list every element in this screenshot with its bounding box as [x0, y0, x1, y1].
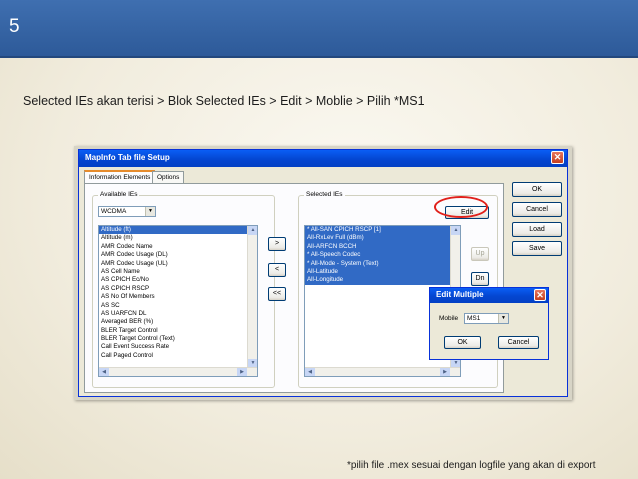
dialog-close-icon[interactable]: ✕	[551, 151, 564, 164]
technology-value: WCDMA	[101, 208, 127, 215]
list-item[interactable]: Altitude (ft)	[99, 226, 257, 235]
slide-instruction: Selected IEs akan terisi > Blok Selected…	[23, 94, 425, 108]
list-item[interactable]: AS CPICH RSCP	[99, 285, 257, 293]
add-ie-button[interactable]: >	[268, 237, 286, 251]
available-ies-label: Available IEs	[98, 191, 140, 198]
save-button[interactable]: Save	[512, 241, 562, 256]
list-item[interactable]: All-RxLev Full (dBm)	[305, 234, 460, 243]
move-down-button[interactable]: Dn	[471, 272, 489, 286]
list-item[interactable]: AS UARFCN DL	[99, 310, 257, 318]
edit-multiple-title: Edit Multiple	[436, 290, 484, 299]
technology-select[interactable]: WCDMA ▼	[98, 206, 156, 217]
list-item[interactable]: BLER Target Control (Text)	[99, 335, 257, 343]
selected-list-hscroll[interactable]: ◀ ▶	[305, 367, 460, 376]
list-item[interactable]: Altitude (m)	[99, 234, 257, 242]
remove-all-ies-button[interactable]: <<	[268, 287, 286, 301]
edit-multiple-ok-button[interactable]: OK	[444, 336, 481, 349]
list-item[interactable]: AMR Codec Usage (DL)	[99, 251, 257, 259]
available-list-vscroll[interactable]: ▲ ▼	[247, 226, 257, 368]
remove-ie-button[interactable]: <	[268, 263, 286, 277]
list-item[interactable]: * All-Mode - System (Text)	[305, 259, 460, 268]
scroll-up-icon[interactable]: ▲	[248, 226, 257, 235]
edit-multiple-titlebar[interactable]: Edit Multiple ✕	[430, 288, 548, 303]
mobile-label: Mobile	[439, 315, 459, 322]
cancel-button[interactable]: Cancel	[512, 202, 562, 217]
selected-ies-label: Selected IEs	[304, 191, 345, 198]
list-item[interactable]: AMR Codec Name	[99, 243, 257, 251]
mobile-select[interactable]: MS1 ▼	[464, 313, 509, 324]
ok-button[interactable]: OK	[512, 182, 562, 197]
scroll-left-icon[interactable]: ◀	[305, 368, 315, 376]
mobile-value: MS1	[467, 315, 481, 322]
list-item[interactable]: AS SC	[99, 302, 257, 310]
list-item[interactable]: AS No Of Members	[99, 293, 257, 301]
list-item[interactable]: Averaged BER (%)	[99, 318, 257, 326]
list-item[interactable]: * All-Speech Codec	[305, 251, 460, 260]
scroll-right-icon[interactable]: ▶	[440, 368, 450, 376]
list-item[interactable]: All-Latitude	[305, 267, 460, 277]
list-item[interactable]: Call Event Success Rate	[99, 343, 257, 351]
dialog-titlebar[interactable]: MapInfo Tab file Setup ✕	[79, 150, 567, 167]
list-item[interactable]: AS CPICH Ec/No	[99, 276, 257, 284]
list-item[interactable]: * All-SAN CPICH RSCP [1]	[305, 226, 460, 235]
slide-header: 5	[0, 0, 638, 58]
dialog-title: MapInfo Tab file Setup	[85, 153, 170, 162]
available-list-hscroll[interactable]: ◀ ▶	[99, 367, 257, 376]
edit-highlight-ellipse	[434, 196, 488, 218]
list-item[interactable]: Call Paged Control	[99, 352, 257, 360]
tab-information-elements[interactable]: Information Elements	[84, 170, 156, 184]
load-button[interactable]: Load	[512, 222, 562, 237]
slide-number: 5	[9, 16, 20, 37]
available-ies-group: Available IEs WCDMA ▼ Altitude (ft) Altit…	[92, 191, 275, 388]
edit-multiple-cancel-button[interactable]: Cancel	[498, 336, 539, 349]
available-ies-list[interactable]: Altitude (ft) Altitude (m) AMR Codec Name A…	[98, 225, 258, 377]
scroll-left-icon[interactable]: ◀	[99, 368, 109, 376]
move-up-button[interactable]: Up	[471, 247, 489, 261]
chevron-down-icon[interactable]: ▼	[498, 314, 508, 323]
edit-multiple-close-icon[interactable]: ✕	[534, 289, 546, 301]
list-item[interactable]: All-ARFCN BCCH	[305, 242, 460, 252]
slide-footnote: *pilih file .mex sesuai dengan logfile y…	[347, 460, 596, 471]
edit-multiple-dialog: Edit Multiple ✕ Mobile MS1 ▼ OK Cancel	[429, 287, 549, 360]
chevron-down-icon[interactable]: ▼	[145, 207, 155, 216]
list-item[interactable]: AMR Codec Usage (UL)	[99, 260, 257, 268]
list-item[interactable]: AS Cell Name	[99, 268, 257, 276]
list-item[interactable]: All-Longitude	[305, 276, 460, 285]
scroll-right-icon[interactable]: ▶	[237, 368, 247, 376]
list-item[interactable]: BLER Target Control	[99, 327, 257, 335]
scroll-up-icon[interactable]: ▲	[451, 226, 460, 235]
